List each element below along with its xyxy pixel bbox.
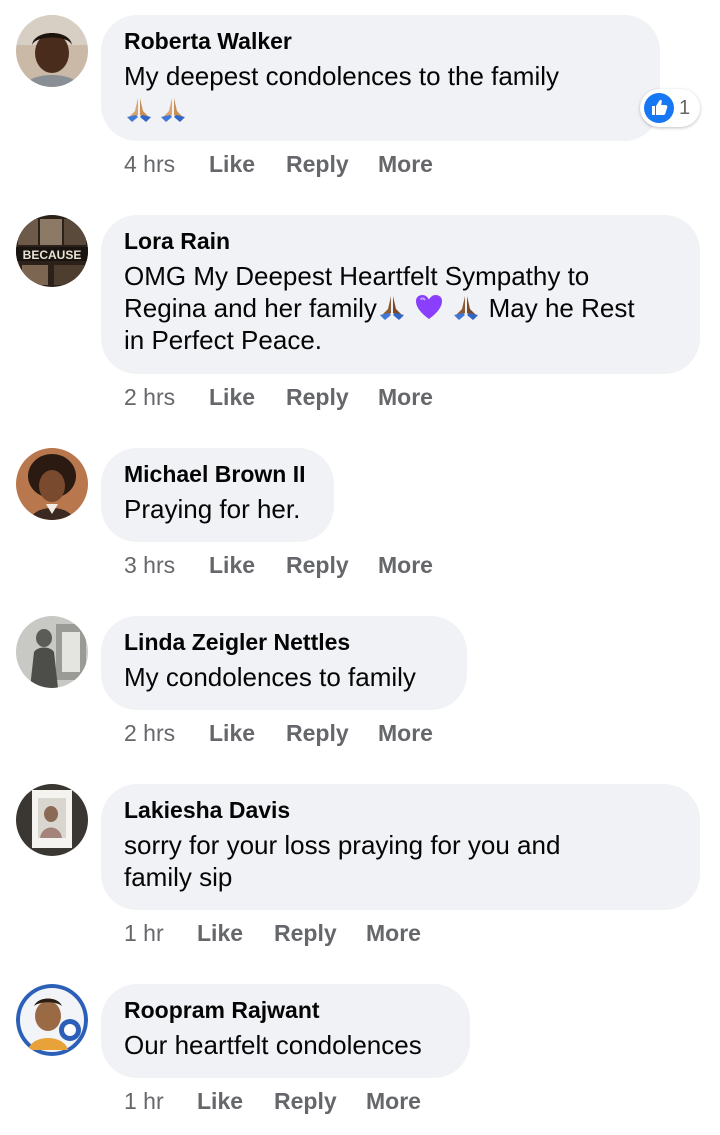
pray-emoji-icon: [124, 94, 154, 124]
avatar[interactable]: [16, 616, 88, 688]
avatar[interactable]: [16, 448, 88, 520]
comment-text-segment: Regina and her family: [124, 293, 377, 323]
reply-button[interactable]: Reply: [274, 1088, 337, 1114]
comment-timestamp[interactable]: 1 hr: [124, 1088, 164, 1114]
comment-author[interactable]: Lakiesha Davis: [124, 797, 670, 823]
comment-text: My deepest condolences to the family: [124, 61, 560, 91]
comment-text-segment: May he Rest: [488, 293, 635, 323]
comment-timestamp[interactable]: 3 hrs: [124, 552, 175, 578]
comment-text-line: sorry for your loss praying for you and: [124, 830, 561, 860]
comment-text: My condolences to family: [124, 662, 416, 692]
more-button[interactable]: More: [366, 1088, 421, 1114]
comment-text: sorry for your loss praying for you and …: [124, 829, 670, 893]
reply-button[interactable]: Reply: [286, 720, 349, 746]
comment-author[interactable]: Roopram Rajwant: [124, 997, 440, 1023]
avatar[interactable]: [16, 15, 88, 87]
comment-author[interactable]: Roberta Walker: [124, 28, 630, 54]
comment-bubble: Lakiesha Davis sorry for your loss prayi…: [101, 784, 700, 910]
comment-author[interactable]: Linda Zeigler Nettles: [124, 629, 437, 655]
like-button[interactable]: Like: [197, 920, 243, 946]
comment-bubble: Roberta Walker My deepest condolences to…: [101, 15, 660, 141]
more-button[interactable]: More: [378, 720, 433, 746]
comment-bubble: Linda Zeigler Nettles My condolences to …: [101, 616, 467, 710]
like-button[interactable]: Like: [209, 720, 255, 746]
purple-heart-emoji-icon: [414, 292, 444, 322]
comment-timestamp[interactable]: 2 hrs: [124, 384, 175, 410]
comment-text: OMG My Deepest Heartfelt Sympathy to Reg…: [124, 260, 670, 356]
comment-timestamp[interactable]: 4 hrs: [124, 151, 175, 177]
avatar[interactable]: [16, 784, 88, 856]
comment-author[interactable]: Lora Rain: [124, 228, 670, 254]
avatar[interactable]: [16, 984, 88, 1056]
reaction-count: 1: [679, 97, 691, 119]
avatar[interactable]: BECAUSE: [16, 215, 88, 287]
comment-timestamp[interactable]: 2 hrs: [124, 720, 175, 746]
comment-author[interactable]: Michael Brown II: [124, 461, 305, 487]
reply-button[interactable]: Reply: [286, 552, 349, 578]
more-button[interactable]: More: [366, 920, 421, 946]
comment-text: Praying for her.: [124, 494, 301, 524]
more-button[interactable]: More: [378, 552, 433, 578]
like-button[interactable]: Like: [209, 552, 255, 578]
comment-text-line: OMG My Deepest Heartfelt Sympathy to: [124, 261, 590, 291]
comment-text-line: family sip: [124, 862, 233, 892]
pray-emoji-icon: [451, 292, 481, 322]
pray-emoji-icon: [158, 94, 188, 124]
like-button[interactable]: Like: [197, 1088, 243, 1114]
comment-text-line: in Perfect Peace.: [124, 325, 322, 355]
reaction-summary[interactable]: 1: [640, 89, 700, 127]
comment-bubble: Lora Rain OMG My Deepest Heartfelt Sympa…: [101, 215, 700, 374]
comment-timestamp[interactable]: 1 hr: [124, 920, 164, 946]
comment-bubble: Michael Brown II Praying for her.: [101, 448, 334, 542]
comment-text-line: Regina and her family May he Rest: [124, 292, 670, 324]
like-button[interactable]: Like: [209, 151, 255, 177]
more-button[interactable]: More: [378, 151, 433, 177]
pray-emoji-icon: [377, 292, 407, 322]
reply-button[interactable]: Reply: [286, 384, 349, 410]
like-button[interactable]: Like: [209, 384, 255, 410]
reply-button[interactable]: Reply: [274, 920, 337, 946]
emoji-line: [124, 94, 630, 126]
reply-button[interactable]: Reply: [286, 151, 349, 177]
like-icon: [644, 93, 674, 123]
comment-bubble: Roopram Rajwant Our heartfelt condolence…: [101, 984, 470, 1078]
comment-text: Our heartfelt condolences: [124, 1030, 422, 1060]
svg-text:BECAUSE: BECAUSE: [23, 248, 82, 262]
more-button[interactable]: More: [378, 384, 433, 410]
